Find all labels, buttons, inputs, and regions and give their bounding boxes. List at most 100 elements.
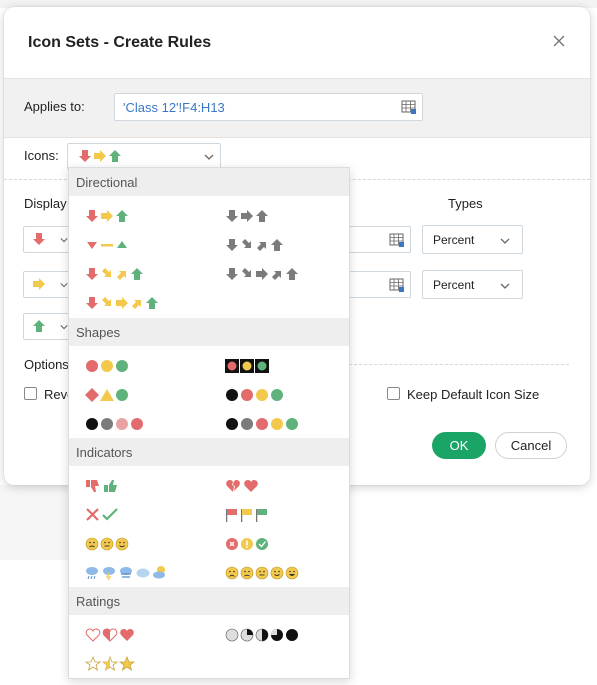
icon-set-5-arrows-colored[interactable] [85,295,159,311]
quarters-icon [225,628,298,642]
chevron-down-icon [60,283,68,288]
icon-set-3-signs[interactable] [85,387,131,403]
icon-set-4-circles-black-red[interactable] [225,387,287,403]
arrow-right-yellow-icon [116,297,128,309]
stars-icon [85,656,135,671]
icon-set-flags[interactable] [225,507,271,523]
row3-icon-select[interactable] [23,313,71,340]
range-select-icon[interactable] [389,277,405,293]
icon-set-3-arrows-colored[interactable] [85,208,129,224]
arrow-down-right-yellow-icon [102,268,111,277]
signs-icon [85,388,128,402]
arrow-up-right-gray-icon [257,242,266,251]
icon-set-5-circles[interactable] [225,416,301,432]
applies-to-input[interactable]: 'Class 12'!F4:H13 [114,93,423,121]
chevron-down-icon [500,238,510,244]
close-icon[interactable] [551,33,567,49]
applies-to-band: Applies to: 'Class 12'!F4:H13 [4,78,590,138]
chevron-down-icon [204,154,214,160]
row1-icon-select[interactable] [23,226,71,253]
row2-icon-select[interactable] [23,271,71,298]
icon-set-4-arrows-gray[interactable] [225,237,284,253]
icon-set-5-smileys[interactable] [225,565,301,581]
icon-set-preview [78,149,122,163]
arrow-up-gray-icon [286,268,298,280]
circles-icon [86,360,128,372]
icon-set-5-arrows-gray[interactable] [225,266,299,282]
reverse-checkbox[interactable] [24,387,37,400]
section-ratings: Ratings [69,587,349,615]
smiley-icon [85,537,129,551]
display-label: Display [24,196,67,211]
icon-set-4-circles-gray[interactable] [85,416,147,432]
status-symbols-icon [226,538,268,550]
circles-icon [86,418,143,430]
arrow-right-gray-icon [241,210,253,222]
icon-set-3-hearts[interactable] [85,627,135,643]
icon-set-3-circles[interactable] [85,358,131,374]
options-divider [349,364,569,365]
arrow-down-red-icon [86,297,98,309]
arrow-right-yellow-icon [33,278,45,290]
row1-type-value: Percent [433,233,475,247]
dialog-title: Icon Sets - Create Rules [28,34,212,51]
cross-check-icon [86,508,118,521]
row2-type-value: Percent [433,278,475,292]
range-select-icon[interactable] [401,99,417,115]
arrow-up-gray-icon [271,239,283,251]
arrow-up-green-icon [116,210,128,222]
icon-set-3-smileys[interactable] [85,536,131,552]
circles-icon [226,418,298,430]
arrow-down-right-gray-icon [242,239,251,248]
cancel-button[interactable]: Cancel [495,432,567,459]
arrow-up-right-yellow-icon [117,271,126,280]
icon-set-3-triangles[interactable] [85,237,129,253]
arrow-up-green-icon [131,268,143,280]
applies-to-value: 'Class 12'!F4:H13 [123,100,225,115]
weather-icon [86,566,165,581]
dash-yellow-icon [101,244,113,247]
ok-button[interactable]: OK [432,432,486,459]
icon-set-thumbs[interactable] [85,478,119,494]
row2-type-select[interactable]: Percent [422,270,523,299]
arrow-right-yellow-icon [101,210,113,222]
row1-type-select[interactable]: Percent [422,225,523,254]
range-select-icon[interactable] [389,232,405,248]
hearts-icon [85,628,134,642]
row1-value-input[interactable] [349,226,411,253]
keep-default-icon-size-label: Keep Default Icon Size [407,387,540,402]
icon-set-cross-check[interactable] [85,507,119,523]
triangle-down-red-icon [87,242,97,249]
arrow-up-green-icon [146,297,158,309]
arrow-up-green-icon [33,320,45,332]
arrow-down-red-icon [79,150,91,162]
arrow-down-red-icon [86,268,98,280]
arrow-right-gray-icon [256,268,268,280]
thumbs-icon [86,480,117,492]
keep-default-icon-size-checkbox[interactable] [387,387,400,400]
options-label: Options [24,357,69,372]
flags-icon [226,509,267,522]
icon-set-status-symbols[interactable] [225,536,271,552]
arrow-down-gray-icon [226,210,238,222]
types-label: Types [448,196,483,211]
icon-set-3-traffic-lights[interactable] [225,358,271,374]
icons-select[interactable] [67,143,221,170]
icon-set-weather[interactable] [85,565,169,581]
arrow-down-red-icon [33,233,45,245]
section-shapes: Shapes [69,318,349,346]
applies-to-label: Applies to: [24,99,85,114]
arrow-down-gray-icon [226,268,238,280]
chevron-down-icon [500,283,510,289]
icon-set-hearts-broken[interactable] [225,478,259,494]
arrow-up-right-yellow-icon [132,300,141,309]
section-indicators: Indicators [69,438,349,466]
row2-value-input[interactable] [349,271,411,298]
arrow-down-right-gray-icon [242,268,251,277]
icon-set-3-arrows-gray[interactable] [225,208,269,224]
icon-set-dropdown: Directional Shapes Indicators Ratings [68,167,350,679]
icon-set-3-stars[interactable] [85,656,135,672]
icon-set-5-quarters[interactable] [225,627,301,643]
section-directional: Directional [69,168,349,196]
icon-set-4-arrows-colored[interactable] [85,266,144,282]
